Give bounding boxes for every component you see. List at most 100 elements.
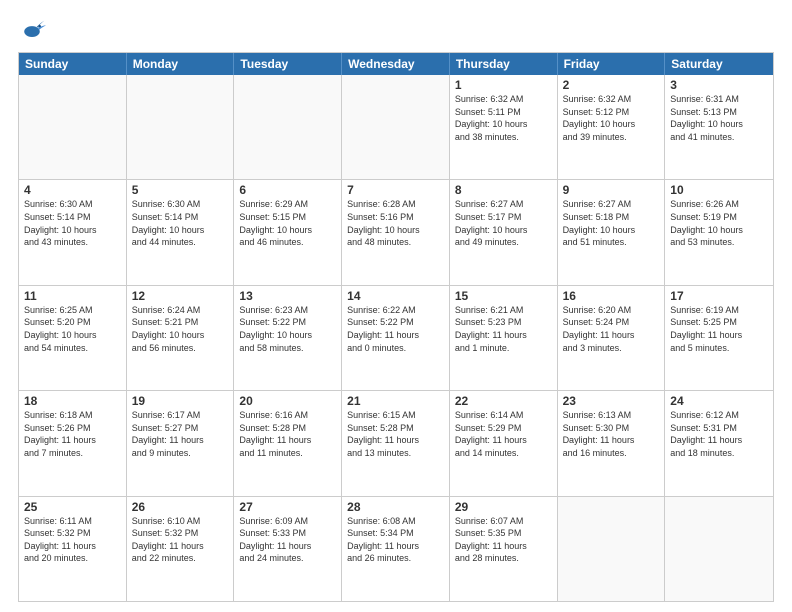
day-info: Sunrise: 6:32 AM Sunset: 5:12 PM Dayligh… [563,93,660,143]
calendar-row: 4Sunrise: 6:30 AM Sunset: 5:14 PM Daylig… [19,179,773,284]
calendar-cell: 20Sunrise: 6:16 AM Sunset: 5:28 PM Dayli… [234,391,342,495]
day-number: 10 [670,183,768,197]
day-number: 12 [132,289,229,303]
day-number: 26 [132,500,229,514]
calendar-cell: 4Sunrise: 6:30 AM Sunset: 5:14 PM Daylig… [19,180,127,284]
day-number: 6 [239,183,336,197]
day-info: Sunrise: 6:13 AM Sunset: 5:30 PM Dayligh… [563,409,660,459]
calendar-row: 18Sunrise: 6:18 AM Sunset: 5:26 PM Dayli… [19,390,773,495]
day-info: Sunrise: 6:30 AM Sunset: 5:14 PM Dayligh… [132,198,229,248]
day-number: 7 [347,183,444,197]
day-info: Sunrise: 6:18 AM Sunset: 5:26 PM Dayligh… [24,409,121,459]
calendar-cell: 19Sunrise: 6:17 AM Sunset: 5:27 PM Dayli… [127,391,235,495]
calendar-cell: 8Sunrise: 6:27 AM Sunset: 5:17 PM Daylig… [450,180,558,284]
day-info: Sunrise: 6:20 AM Sunset: 5:24 PM Dayligh… [563,304,660,354]
day-number: 23 [563,394,660,408]
day-number: 11 [24,289,121,303]
day-info: Sunrise: 6:09 AM Sunset: 5:33 PM Dayligh… [239,515,336,565]
calendar-cell: 2Sunrise: 6:32 AM Sunset: 5:12 PM Daylig… [558,75,666,179]
day-number: 14 [347,289,444,303]
day-number: 29 [455,500,552,514]
day-number: 28 [347,500,444,514]
calendar-cell: 14Sunrise: 6:22 AM Sunset: 5:22 PM Dayli… [342,286,450,390]
calendar-cell: 26Sunrise: 6:10 AM Sunset: 5:32 PM Dayli… [127,497,235,601]
day-info: Sunrise: 6:26 AM Sunset: 5:19 PM Dayligh… [670,198,768,248]
day-number: 24 [670,394,768,408]
calendar-cell: 23Sunrise: 6:13 AM Sunset: 5:30 PM Dayli… [558,391,666,495]
calendar-row: 1Sunrise: 6:32 AM Sunset: 5:11 PM Daylig… [19,75,773,179]
header-cell-saturday: Saturday [665,53,773,75]
header-cell-friday: Friday [558,53,666,75]
day-info: Sunrise: 6:30 AM Sunset: 5:14 PM Dayligh… [24,198,121,248]
day-number: 27 [239,500,336,514]
calendar-cell [558,497,666,601]
calendar-cell: 6Sunrise: 6:29 AM Sunset: 5:15 PM Daylig… [234,180,342,284]
calendar: SundayMondayTuesdayWednesdayThursdayFrid… [18,52,774,602]
day-number: 16 [563,289,660,303]
page: SundayMondayTuesdayWednesdayThursdayFrid… [0,0,792,612]
calendar-row: 25Sunrise: 6:11 AM Sunset: 5:32 PM Dayli… [19,496,773,601]
day-info: Sunrise: 6:27 AM Sunset: 5:18 PM Dayligh… [563,198,660,248]
day-info: Sunrise: 6:19 AM Sunset: 5:25 PM Dayligh… [670,304,768,354]
header [18,16,774,44]
day-info: Sunrise: 6:14 AM Sunset: 5:29 PM Dayligh… [455,409,552,459]
calendar-row: 11Sunrise: 6:25 AM Sunset: 5:20 PM Dayli… [19,285,773,390]
day-info: Sunrise: 6:21 AM Sunset: 5:23 PM Dayligh… [455,304,552,354]
calendar-cell: 10Sunrise: 6:26 AM Sunset: 5:19 PM Dayli… [665,180,773,284]
calendar-cell: 21Sunrise: 6:15 AM Sunset: 5:28 PM Dayli… [342,391,450,495]
day-info: Sunrise: 6:32 AM Sunset: 5:11 PM Dayligh… [455,93,552,143]
calendar-cell: 27Sunrise: 6:09 AM Sunset: 5:33 PM Dayli… [234,497,342,601]
calendar-cell: 13Sunrise: 6:23 AM Sunset: 5:22 PM Dayli… [234,286,342,390]
day-number: 4 [24,183,121,197]
calendar-cell [234,75,342,179]
calendar-cell [19,75,127,179]
calendar-cell [342,75,450,179]
day-number: 19 [132,394,229,408]
day-info: Sunrise: 6:07 AM Sunset: 5:35 PM Dayligh… [455,515,552,565]
day-info: Sunrise: 6:24 AM Sunset: 5:21 PM Dayligh… [132,304,229,354]
calendar-cell: 12Sunrise: 6:24 AM Sunset: 5:21 PM Dayli… [127,286,235,390]
calendar-cell: 25Sunrise: 6:11 AM Sunset: 5:32 PM Dayli… [19,497,127,601]
day-info: Sunrise: 6:29 AM Sunset: 5:15 PM Dayligh… [239,198,336,248]
logo-icon [18,16,46,44]
day-info: Sunrise: 6:17 AM Sunset: 5:27 PM Dayligh… [132,409,229,459]
day-number: 25 [24,500,121,514]
day-info: Sunrise: 6:12 AM Sunset: 5:31 PM Dayligh… [670,409,768,459]
calendar-cell: 11Sunrise: 6:25 AM Sunset: 5:20 PM Dayli… [19,286,127,390]
calendar-cell: 22Sunrise: 6:14 AM Sunset: 5:29 PM Dayli… [450,391,558,495]
calendar-cell: 17Sunrise: 6:19 AM Sunset: 5:25 PM Dayli… [665,286,773,390]
day-info: Sunrise: 6:15 AM Sunset: 5:28 PM Dayligh… [347,409,444,459]
day-number: 22 [455,394,552,408]
calendar-cell: 15Sunrise: 6:21 AM Sunset: 5:23 PM Dayli… [450,286,558,390]
calendar-body: 1Sunrise: 6:32 AM Sunset: 5:11 PM Daylig… [19,75,773,601]
day-number: 21 [347,394,444,408]
day-number: 17 [670,289,768,303]
header-cell-wednesday: Wednesday [342,53,450,75]
day-info: Sunrise: 6:16 AM Sunset: 5:28 PM Dayligh… [239,409,336,459]
calendar-cell: 5Sunrise: 6:30 AM Sunset: 5:14 PM Daylig… [127,180,235,284]
calendar-cell: 29Sunrise: 6:07 AM Sunset: 5:35 PM Dayli… [450,497,558,601]
day-number: 8 [455,183,552,197]
day-number: 18 [24,394,121,408]
logo [18,16,50,44]
header-cell-sunday: Sunday [19,53,127,75]
calendar-cell: 7Sunrise: 6:28 AM Sunset: 5:16 PM Daylig… [342,180,450,284]
calendar-cell: 16Sunrise: 6:20 AM Sunset: 5:24 PM Dayli… [558,286,666,390]
day-number: 2 [563,78,660,92]
day-info: Sunrise: 6:22 AM Sunset: 5:22 PM Dayligh… [347,304,444,354]
calendar-cell: 1Sunrise: 6:32 AM Sunset: 5:11 PM Daylig… [450,75,558,179]
day-info: Sunrise: 6:10 AM Sunset: 5:32 PM Dayligh… [132,515,229,565]
calendar-cell: 28Sunrise: 6:08 AM Sunset: 5:34 PM Dayli… [342,497,450,601]
day-number: 13 [239,289,336,303]
day-number: 15 [455,289,552,303]
day-number: 1 [455,78,552,92]
header-cell-monday: Monday [127,53,235,75]
day-info: Sunrise: 6:27 AM Sunset: 5:17 PM Dayligh… [455,198,552,248]
day-info: Sunrise: 6:31 AM Sunset: 5:13 PM Dayligh… [670,93,768,143]
calendar-cell [127,75,235,179]
day-info: Sunrise: 6:11 AM Sunset: 5:32 PM Dayligh… [24,515,121,565]
calendar-cell: 9Sunrise: 6:27 AM Sunset: 5:18 PM Daylig… [558,180,666,284]
calendar-cell [665,497,773,601]
day-info: Sunrise: 6:25 AM Sunset: 5:20 PM Dayligh… [24,304,121,354]
calendar-cell: 3Sunrise: 6:31 AM Sunset: 5:13 PM Daylig… [665,75,773,179]
